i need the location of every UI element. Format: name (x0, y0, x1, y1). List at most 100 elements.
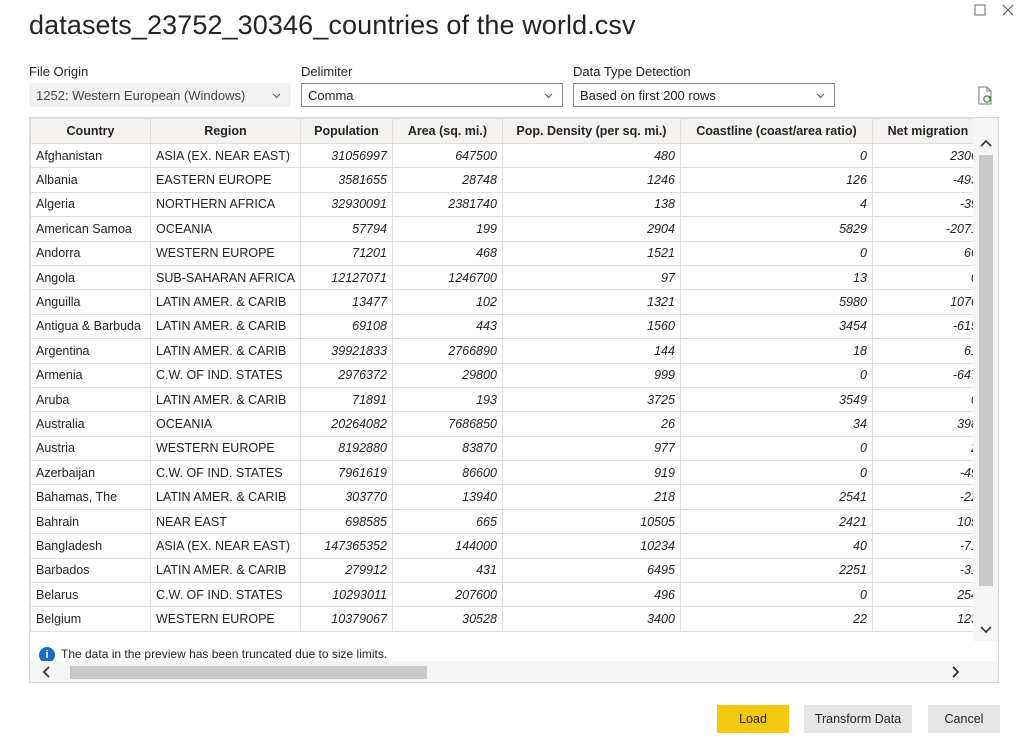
horizontal-scrollbar[interactable] (30, 661, 998, 682)
transform-data-button[interactable]: Transform Data (804, 705, 912, 733)
table-cell: Anguilla (30, 289, 151, 315)
truncation-notice-text: The data in the preview has been truncat… (61, 647, 388, 661)
file-origin-label: File Origin (29, 64, 89, 79)
refresh-button[interactable] (976, 86, 994, 106)
table-row: Anguilla LATIN AMER. & CARIB 13477 102 1321 5… (30, 289, 984, 315)
scroll-down-button[interactable] (979, 623, 993, 637)
table-cell: OCEANIA (150, 216, 301, 242)
column-header[interactable]: Region (150, 118, 301, 144)
table-cell: SUB-SAHARAN AFRICA (150, 264, 301, 291)
table-cell: -39 (871, 191, 984, 218)
info-icon: i (39, 647, 55, 661)
delimiter-select[interactable]: Comma (301, 83, 563, 107)
table-cell: 3549 (679, 386, 873, 413)
load-button[interactable]: Load (717, 705, 789, 733)
data-type-detection-select[interactable]: Based on first 200 rows (573, 83, 835, 107)
vertical-scroll-thumb[interactable] (979, 155, 993, 586)
table-row: American Samoa OCEANIA 57794 199 2904 5829 -20… (30, 216, 984, 242)
cancel-button[interactable]: Cancel (928, 705, 1000, 733)
table-cell: 0 (679, 435, 873, 462)
column-header[interactable]: Country (30, 118, 151, 144)
close-icon (1002, 4, 1014, 16)
table-cell: 1321 (501, 289, 681, 315)
close-button[interactable] (996, 0, 1020, 20)
table-cell: 5829 (679, 216, 873, 242)
table-cell: 0 (679, 582, 873, 608)
table-cell: NORTHERN AFRICA (150, 191, 301, 218)
table-cell: 665 (391, 508, 503, 535)
table-cell: 147365352 (299, 533, 393, 559)
table-cell: 3725 (501, 386, 681, 413)
vertical-scrollbar[interactable] (973, 118, 998, 641)
table-cell: 32930091 (299, 191, 393, 218)
table-cell: 61 (871, 338, 984, 364)
scroll-right-button[interactable] (948, 664, 964, 680)
table-cell: 999 (501, 362, 681, 388)
table-cell: -2071 (871, 216, 984, 242)
maximize-icon (974, 4, 986, 16)
table-row: Belgium WESTERN EUROPE 10379067 30528 3400 22… (30, 606, 984, 632)
table-cell: LATIN AMER. & CARIB (150, 338, 301, 364)
data-preview-grid: Country Region Population Area (sq. mi.) Pop… (29, 117, 999, 683)
refresh-icon (978, 86, 992, 105)
column-header[interactable]: Coastline (coast/area ratio) (679, 118, 873, 144)
table-cell: WESTERN EUROPE (150, 240, 301, 266)
table-cell: Bahamas, The (30, 484, 151, 510)
table-cell: 2904 (501, 216, 681, 242)
table-cell: 31056997 (299, 142, 393, 169)
table-cell: EASTERN EUROPE (150, 167, 301, 193)
table-cell: 496 (501, 582, 681, 608)
chevron-right-icon (952, 666, 960, 678)
table-cell: 2766890 (391, 338, 503, 364)
table-cell: 0 (679, 240, 873, 266)
column-header[interactable]: Net migration (871, 118, 984, 144)
table-cell: -71 (871, 533, 984, 559)
file-origin-select[interactable]: 1252: Western European (Windows) (29, 83, 291, 107)
table-cell: 3454 (679, 313, 873, 340)
column-header[interactable]: Pop. Density (per sq. mi.) (501, 118, 681, 144)
table-cell: 3581655 (299, 167, 393, 193)
table-cell: 303770 (299, 484, 393, 510)
table-row: Algeria NORTHERN AFRICA 32930091 2381740 138… (30, 191, 984, 218)
column-header[interactable]: Area (sq. mi.) (391, 118, 503, 144)
delimiter-label: Delimiter (301, 64, 353, 79)
table-cell: 10505 (501, 508, 681, 535)
table-cell: 69108 (299, 313, 393, 340)
table-cell: 0 (871, 264, 984, 291)
maximize-button[interactable] (968, 0, 992, 20)
table-cell: 39921833 (299, 338, 393, 364)
table-cell: 207600 (391, 582, 503, 608)
table-cell: 30528 (391, 606, 503, 632)
table-cell: 13940 (391, 484, 503, 510)
table-cell: 279912 (299, 557, 393, 584)
table-cell: ASIA (EX. NEAR EAST) (150, 142, 301, 169)
table-cell: 22 (679, 606, 873, 632)
table-cell: American Samoa (30, 216, 151, 242)
table-cell: 20264082 (299, 411, 393, 437)
chevron-left-icon (42, 666, 50, 678)
table-cell: Armenia (30, 362, 151, 388)
table-header-row: Country Region Population Area (sq. mi.) Pop… (30, 118, 984, 144)
table-cell: 2306 (871, 142, 984, 169)
table-cell: 1560 (501, 313, 681, 340)
table-row: Andorra WESTERN EUROPE 71201 468 1521 0 66 (30, 240, 984, 266)
table-cell: Austria (30, 435, 151, 462)
table-cell: Bangladesh (30, 533, 151, 559)
scroll-left-button[interactable] (38, 664, 54, 680)
table-cell: 218 (501, 484, 681, 510)
scroll-up-button[interactable] (979, 136, 993, 150)
table-cell: C.W. OF IND. STATES (150, 582, 301, 608)
horizontal-scroll-thumb[interactable] (70, 666, 427, 679)
table-cell: 254 (871, 582, 984, 608)
table-cell: 3400 (501, 606, 681, 632)
data-type-detection-label: Data Type Detection (573, 64, 691, 79)
column-header[interactable]: Population (299, 118, 393, 144)
table-cell: Angola (30, 264, 151, 291)
table-cell: 2381740 (391, 191, 503, 218)
table-cell: C.W. OF IND. STATES (150, 362, 301, 388)
table-row: Afghanistan ASIA (EX. NEAR EAST) 31056997 6… (30, 142, 984, 169)
table-row: Bahrain NEAR EAST 698585 665 10505 2421 105 (30, 508, 984, 535)
data-type-detection-value: Based on first 200 rows (580, 87, 716, 103)
table-cell: -647 (871, 362, 984, 388)
table-cell: 2976372 (299, 362, 393, 388)
